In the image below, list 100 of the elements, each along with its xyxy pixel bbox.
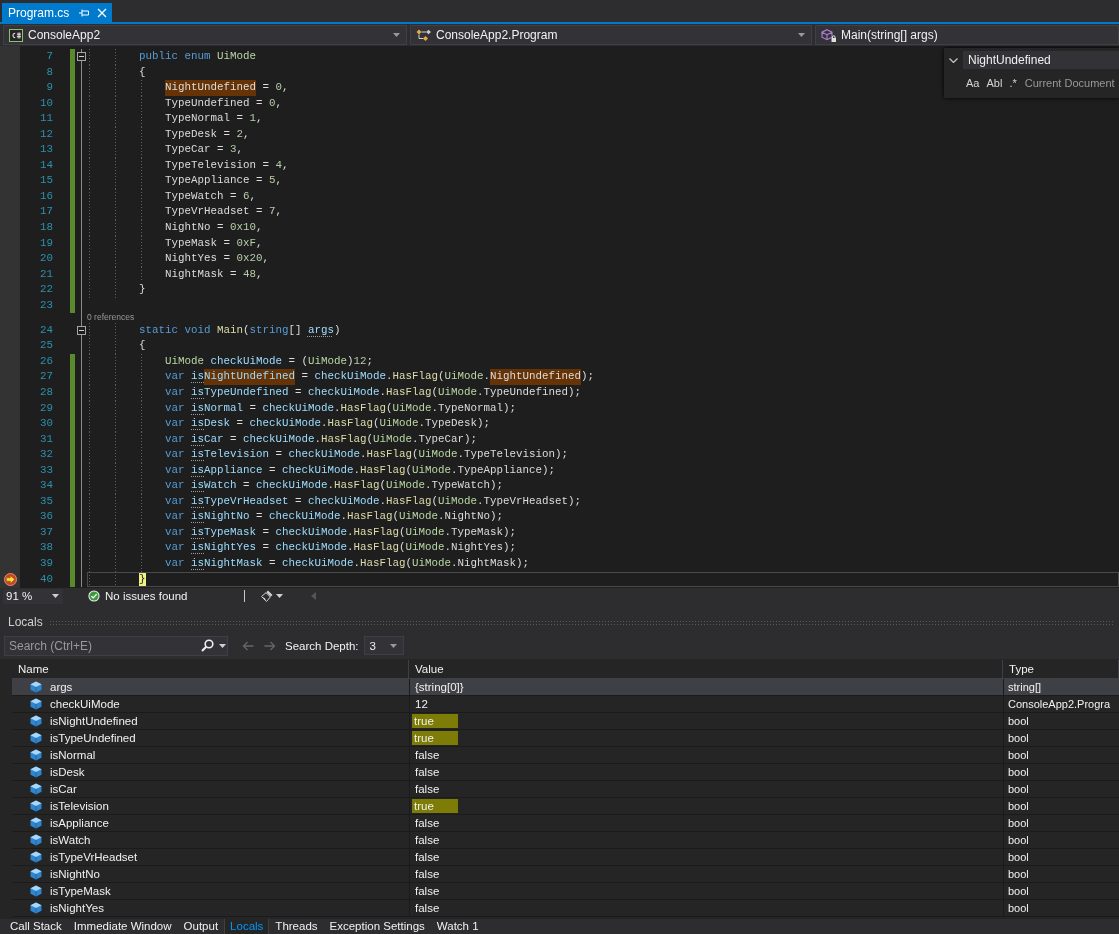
variable-name: isCar xyxy=(50,783,77,795)
variable-name: isNormal xyxy=(50,749,96,761)
tool-window-tab[interactable]: Immediate Window xyxy=(67,919,178,934)
cube-icon xyxy=(30,800,42,812)
line-number: 35 xyxy=(40,493,53,509)
locals-row[interactable]: isAppliance false bool xyxy=(12,815,1119,832)
search-field[interactable]: Search (Ctrl+E) xyxy=(4,635,198,656)
chevron-icon[interactable] xyxy=(949,57,958,63)
issues-button[interactable]: No issues found xyxy=(88,590,188,602)
pin-icon[interactable] xyxy=(79,8,90,17)
tool-window-tab[interactable]: Call Stack xyxy=(4,919,68,934)
locals-row[interactable]: isNightNo false bool xyxy=(12,866,1119,883)
caret-icon[interactable] xyxy=(393,33,400,37)
tool-window-tab[interactable]: Watch 1 xyxy=(430,919,485,934)
locals-row[interactable]: args {string[0]} string[] xyxy=(12,679,1119,696)
code-line: TypeAppliance = 5, xyxy=(165,173,282,189)
zoom-dropdown[interactable]: 91 % xyxy=(3,588,63,604)
locals-row[interactable]: isWatch false bool xyxy=(12,832,1119,849)
code-line: var isNormal = checkUiMode.HasFlag(UiMode.TypeNormal); xyxy=(165,400,516,416)
line-number: 36 xyxy=(40,509,53,525)
code-line: var isNightMask = checkUiMode.HasFlag(UiMode.NightMask); xyxy=(165,556,529,571)
depth-dropdown[interactable]: 3 xyxy=(363,636,404,655)
locals-row[interactable]: isTypeVrHeadset false bool xyxy=(12,849,1119,866)
variable-type: ConsoleApp2.Progra xyxy=(1008,698,1111,710)
references-link[interactable]: 0 references xyxy=(87,313,135,323)
variable-type: bool xyxy=(1008,834,1029,846)
locals-row[interactable]: checkUiMode 12 ConsoleApp2.Progra xyxy=(12,696,1119,713)
breakpoint-arrow-icon[interactable] xyxy=(3,572,17,586)
collapse-icon[interactable] xyxy=(77,52,86,62)
variable-name: isNightYes xyxy=(50,902,104,914)
locals-row[interactable]: isTelevision true bool xyxy=(12,798,1119,815)
locals-row[interactable]: isNightYes false bool xyxy=(12,900,1119,917)
search-options-button[interactable] xyxy=(217,635,228,656)
locals-row[interactable]: isDesk false bool xyxy=(12,764,1119,781)
tool-window-tab[interactable]: Threads xyxy=(269,919,324,934)
variable-value: 12 xyxy=(414,697,429,711)
locals-row[interactable]: isNormal false bool xyxy=(12,747,1119,764)
tool-window-tab[interactable]: Locals xyxy=(224,919,270,934)
code-line: var isDesk = checkUiMode.HasFlag(UiMode.TypeDesk); xyxy=(165,416,490,432)
cube-icon xyxy=(30,698,42,710)
variable-value: false xyxy=(414,850,441,864)
line-number: 31 xyxy=(40,431,53,447)
find-field[interactable]: NightUndefined xyxy=(963,51,1119,69)
variable-name: isWatch xyxy=(50,834,91,846)
member-dropdown[interactable]: Main(string[] args) xyxy=(815,25,1119,45)
variable-name: isTypeUndefined xyxy=(50,732,136,744)
document-tab[interactable]: Program.cs xyxy=(2,3,113,22)
type-dropdown[interactable]: ConsoleApp2.Program xyxy=(410,25,812,45)
code-line: var isCar = checkUiMode.HasFlag(UiMode.TypeCar); xyxy=(165,431,477,447)
line-number: 8 xyxy=(46,64,53,80)
code-line: var isNightYes = checkUiMode.HasFlag(UiMode.NightYes); xyxy=(165,540,516,556)
locals-row[interactable]: isCar false bool xyxy=(12,781,1119,798)
match-case-button[interactable]: Aa xyxy=(964,75,982,91)
line-number: 12 xyxy=(40,126,53,142)
cube-icon xyxy=(30,783,42,795)
code-file-icon xyxy=(9,28,23,42)
regex-button[interactable]: .* xyxy=(1007,75,1019,91)
line-number: 18 xyxy=(40,220,53,235)
line-number: 13 xyxy=(40,142,53,158)
locals-row[interactable]: isNightUndefined true bool xyxy=(12,713,1119,730)
code-cleanup-button[interactable] xyxy=(261,590,284,602)
close-icon[interactable] xyxy=(97,7,108,18)
variable-value: false xyxy=(414,782,441,796)
code-line: TypeWatch = 6, xyxy=(165,188,256,204)
code-line: TypeTelevision = 4, xyxy=(165,157,289,173)
locals-row[interactable]: isTypeMask false bool xyxy=(12,883,1119,900)
scope-dropdown[interactable]: Current Document xyxy=(1024,77,1115,89)
cube-icon xyxy=(30,902,42,914)
column-header: Name xyxy=(18,663,49,675)
variable-name: isDesk xyxy=(50,766,85,778)
line-number: 22 xyxy=(40,282,53,298)
caret-icon[interactable] xyxy=(798,33,805,37)
line-number: 14 xyxy=(40,157,53,173)
line-number: 26 xyxy=(40,353,53,369)
tool-window-tab[interactable]: Exception Settings xyxy=(323,919,431,934)
cube-icon xyxy=(30,817,42,829)
cube-icon xyxy=(30,715,42,727)
cube-lock-icon xyxy=(821,28,836,42)
code-line: TypeCar = 3, xyxy=(165,142,243,158)
line-number: 21 xyxy=(40,266,53,282)
cube-icon xyxy=(30,749,42,761)
cube-icon xyxy=(30,766,42,778)
search-icon xyxy=(201,639,214,652)
line-number: 23 xyxy=(40,297,53,313)
cube-icon xyxy=(30,834,42,846)
line-number: 27 xyxy=(40,369,53,385)
whole-word-button[interactable]: Abl xyxy=(984,75,1005,91)
variable-name: isTelevision xyxy=(50,800,109,812)
line-number: 39 xyxy=(40,556,53,571)
code-line: NightUndefined = 0, xyxy=(165,80,289,96)
project-dropdown[interactable]: ConsoleApp2 xyxy=(3,25,407,45)
code-editor[interactable] xyxy=(0,46,1119,588)
tool-window-tab[interactable]: Output xyxy=(177,919,225,934)
locals-row[interactable]: isTypeUndefined true bool xyxy=(12,730,1119,747)
collapse-icon[interactable] xyxy=(77,326,86,336)
code-line: var isAppliance = checkUiMode.HasFlag(UiMode.TypeAppliance); xyxy=(165,462,555,478)
line-number: 15 xyxy=(40,173,53,189)
variable-type: string[] xyxy=(1008,681,1041,693)
caret-icon xyxy=(389,643,397,648)
variable-value: false xyxy=(414,833,441,847)
